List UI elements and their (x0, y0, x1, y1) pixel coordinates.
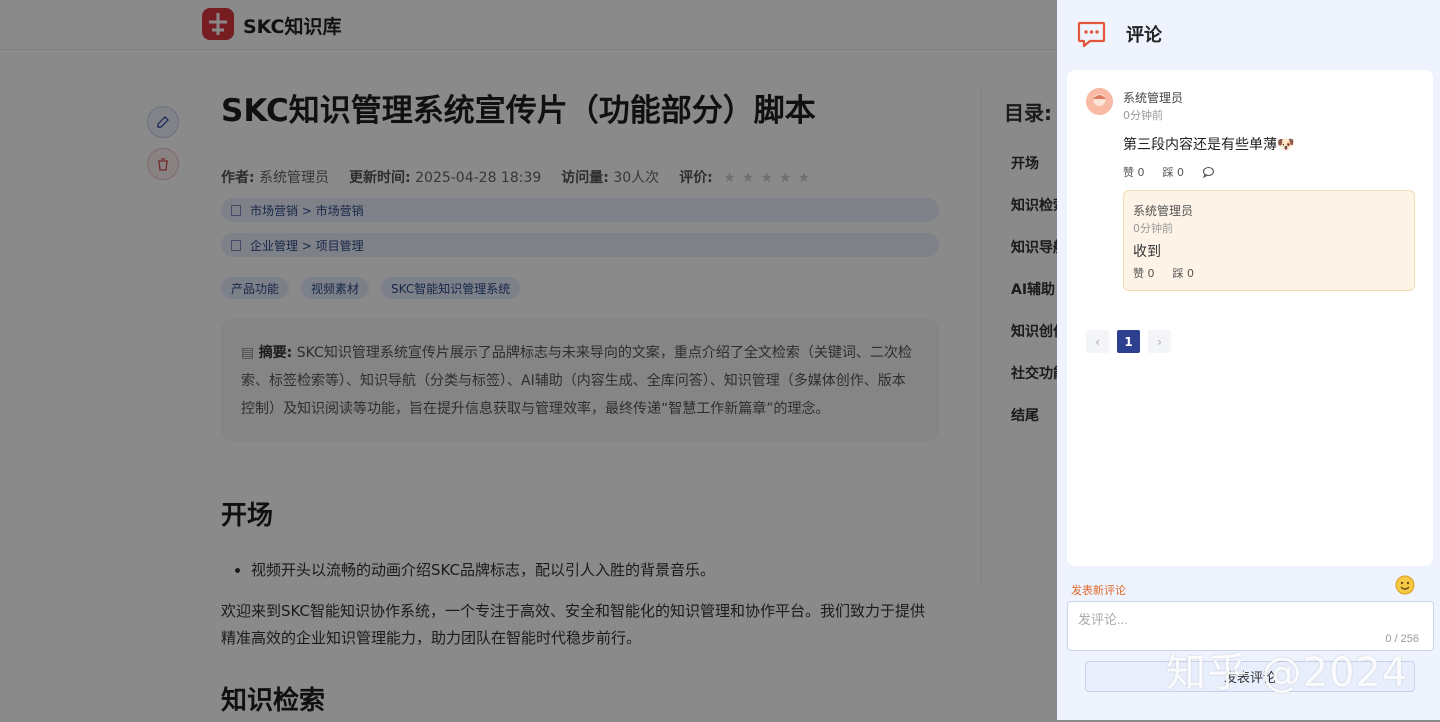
avatar (1086, 88, 1113, 115)
reply-text: 收到 (1133, 244, 1161, 260)
comment-time: 0分钟前 (1123, 109, 1163, 122)
comment-text: 第三段内容还是有些单薄🐶 (1123, 137, 1295, 153)
reply-time: 0分钟前 (1133, 222, 1173, 235)
new-comment-label: 发表新评论 (1071, 584, 1126, 597)
reply-author: 系统管理员 (1133, 204, 1194, 218)
next-page-button[interactable]: › (1148, 330, 1171, 353)
dislike-button[interactable]: 踩 0 (1173, 265, 1195, 281)
drawer-header: 评论 (1057, 0, 1440, 68)
comment-drawer: 评论 系统管理员 0分钟前 第三段内容还是有些单薄🐶 赞 0 踩 0 系统管理员… (1057, 0, 1440, 720)
watermark: 知乎 @2024 (1166, 650, 1409, 696)
drawer-title: 评论 (1126, 25, 1162, 46)
like-button[interactable]: 赞 0 (1123, 164, 1145, 180)
comment-icon (1077, 21, 1106, 47)
comment-list: 系统管理员 0分钟前 第三段内容还是有些单薄🐶 赞 0 踩 0 系统管理员 0分… (1067, 70, 1433, 566)
reply-actions: 赞 0 踩 0 (1133, 265, 1194, 281)
dislike-button[interactable]: 踩 0 (1163, 164, 1185, 180)
comment-author: 系统管理员 (1123, 91, 1184, 105)
like-button[interactable]: 赞 0 (1133, 265, 1155, 281)
prev-page-button[interactable]: ‹ (1086, 330, 1109, 353)
reply-item: 系统管理员 0分钟前 收到 赞 0 踩 0 (1123, 190, 1415, 291)
comment-input-placeholder: 发评论... (1078, 612, 1128, 627)
comment-actions: 赞 0 踩 0 (1123, 164, 1215, 180)
reply-icon[interactable] (1202, 166, 1215, 178)
page-button-current[interactable]: 1 (1117, 330, 1140, 353)
pagination: ‹ 1 › (1086, 330, 1171, 353)
emoji-icon[interactable] (1395, 575, 1415, 595)
